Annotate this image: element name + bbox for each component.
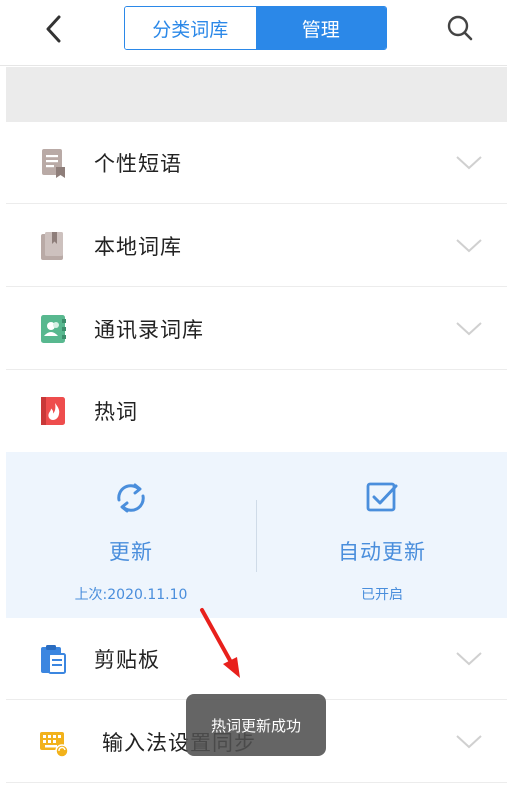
refresh-icon xyxy=(117,483,145,513)
segmented-tabs: 分类词库 管理 xyxy=(124,6,387,50)
back-button[interactable] xyxy=(38,14,68,44)
checkbox-icon xyxy=(366,482,398,512)
chevron-down-icon xyxy=(456,155,482,169)
book-icon xyxy=(41,231,63,260)
hot-flame-icon xyxy=(41,397,65,425)
search-icon xyxy=(447,15,473,41)
update-button[interactable]: 更新 上次:2020.11.10 xyxy=(6,452,256,618)
list-item-local-lexicon[interactable]: 本地词库 xyxy=(6,205,507,287)
list-item-hot-words[interactable]: 热词 xyxy=(6,370,507,452)
chevron-down-icon xyxy=(456,238,482,252)
toast-message: 热词更新成功 xyxy=(186,694,326,756)
list-item-label: 本地词库 xyxy=(94,234,182,259)
tab-manage[interactable]: 管理 xyxy=(255,7,386,49)
auto-update-toggle[interactable]: 自动更新 已开启 xyxy=(257,452,507,618)
list-item-contacts-lexicon[interactable]: 通讯录词库 xyxy=(6,288,507,370)
list-item-label: 个性短语 xyxy=(94,151,182,176)
keyboard-sync-icon xyxy=(40,731,68,758)
red-arrow-annotation xyxy=(200,608,240,678)
clipboard-icon xyxy=(41,644,66,674)
hot-words-panel: 更新 上次:2020.11.10 自动更新 已开启 xyxy=(6,452,507,618)
gray-spacer-band xyxy=(6,67,507,122)
top-bar: 分类词库 管理 xyxy=(0,0,507,66)
auto-update-status: 已开启 xyxy=(361,587,403,603)
last-update-text: 上次:2020.11.10 xyxy=(74,587,188,603)
search-button[interactable] xyxy=(444,12,476,44)
phrase-doc-icon xyxy=(42,148,65,178)
list-item-label: 通讯录词库 xyxy=(94,317,204,342)
chevron-down-icon xyxy=(456,651,482,665)
list-item-label: 热词 xyxy=(94,400,138,424)
contacts-book-icon xyxy=(41,314,66,343)
auto-update-label: 自动更新 xyxy=(338,540,426,564)
update-label: 更新 xyxy=(109,540,153,564)
chevron-left-icon xyxy=(46,15,61,43)
list-item-clipboard[interactable]: 剪贴板 xyxy=(6,618,507,700)
chevron-down-icon xyxy=(456,321,482,335)
list-item-label: 剪贴板 xyxy=(94,647,160,672)
chevron-down-icon xyxy=(456,734,482,748)
tab-category-lexicon[interactable]: 分类词库 xyxy=(125,7,256,49)
list-item-phrases[interactable]: 个性短语 xyxy=(6,122,507,204)
